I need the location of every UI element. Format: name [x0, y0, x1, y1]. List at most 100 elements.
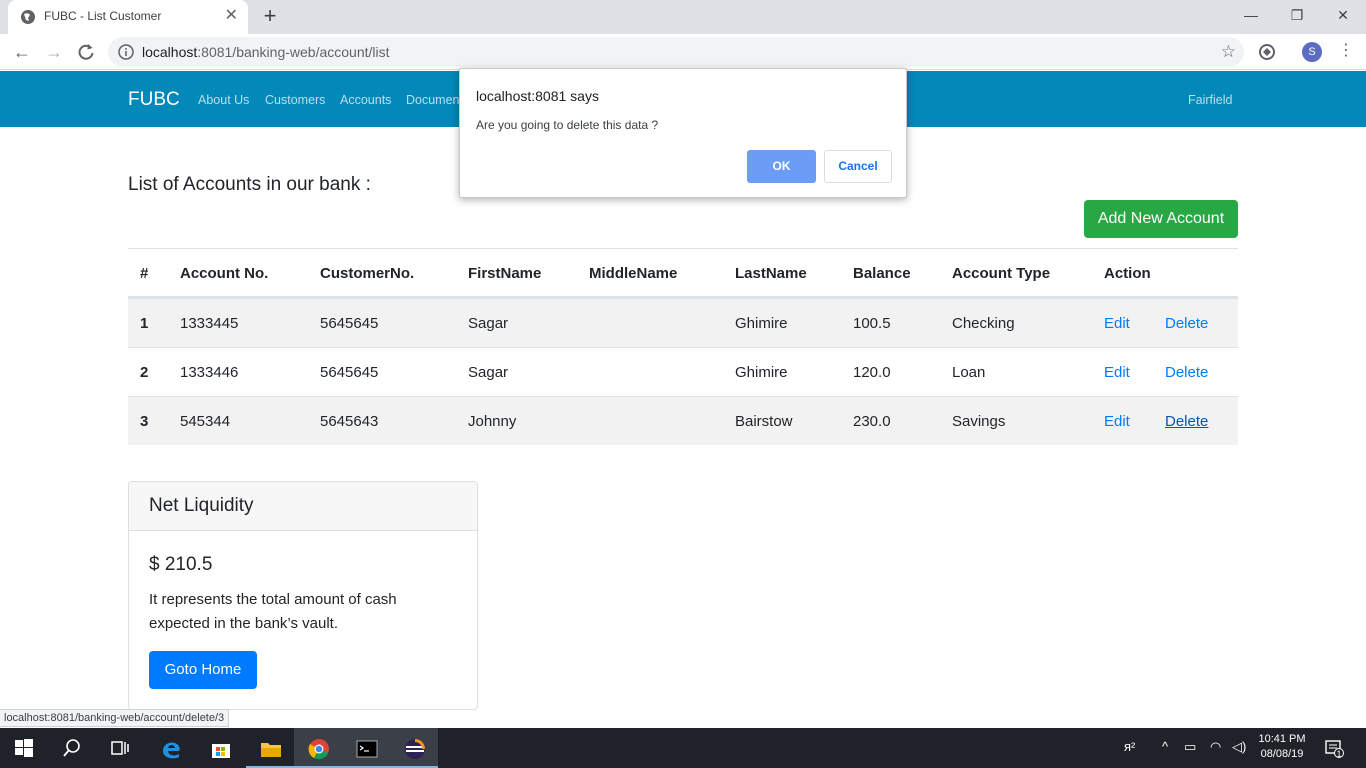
table-row: 3 545344 5645643 Johnny Bairstow 230.0 S…	[128, 396, 1238, 445]
col-header-account-type: Account Type	[952, 265, 1051, 282]
forward-icon[interactable]: →	[42, 40, 66, 64]
new-tab-button[interactable]: +	[260, 5, 280, 27]
browser-tab[interactable]: FUBC - List Customer ✕	[8, 0, 248, 34]
extension-icon[interactable]	[1257, 42, 1277, 62]
cell-num: 2	[140, 364, 149, 381]
net-liquidity-value: $ 210.5	[149, 554, 213, 575]
accounts-table: # Account No. CustomerNo. FirstName Midd…	[128, 248, 1238, 445]
info-icon[interactable]	[118, 44, 134, 60]
add-new-account-button[interactable]: Add New Account	[1084, 200, 1238, 238]
brand-logo[interactable]: FUBC	[128, 89, 180, 111]
minimize-icon[interactable]: —	[1228, 4, 1274, 26]
windows-logo-icon	[15, 739, 33, 757]
cell-first-name: Sagar	[468, 364, 509, 381]
cell-balance: 100.5	[853, 315, 891, 332]
window-close-icon[interactable]: ✕	[1320, 4, 1366, 26]
delete-link[interactable]: Delete	[1165, 413, 1208, 430]
cell-last-name: Ghimire	[735, 315, 788, 332]
chrome-icon	[308, 739, 329, 760]
tab-close-icon[interactable]: ✕	[225, 7, 238, 25]
nav-link-fairfield[interactable]: Fairfield	[1188, 93, 1232, 107]
col-header-action: Action	[1104, 265, 1151, 282]
url-path: :8081/banking-web/account/list	[197, 44, 390, 60]
url-host: localhost	[142, 44, 198, 60]
edit-link[interactable]: Edit	[1104, 413, 1130, 430]
store-icon	[212, 744, 230, 758]
cell-customer-no: 5645643	[320, 413, 379, 430]
col-header-num: #	[140, 265, 149, 282]
cell-first-name: Johnny	[468, 413, 517, 430]
cell-first-name: Sagar	[468, 315, 509, 332]
delete-link[interactable]: Delete	[1165, 364, 1208, 381]
wifi-icon[interactable]: ◠	[1210, 739, 1221, 755]
dialog-message: Are you going to delete this data ?	[476, 118, 659, 132]
taskbar-chrome[interactable]	[294, 728, 342, 768]
browser-tabstrip: FUBC - List Customer ✕ + — ❐ ✕	[0, 0, 1366, 34]
cell-customer-no: 5645645	[320, 364, 379, 381]
taskbar-file-explorer[interactable]	[246, 728, 294, 768]
notification-count: 1	[1336, 749, 1342, 759]
folder-icon	[261, 743, 281, 757]
confirm-dialog: localhost:8081 says Are you going to del…	[459, 68, 907, 198]
cell-account-no: 545344	[180, 413, 231, 430]
search-icon	[63, 739, 80, 757]
restore-icon[interactable]: ❐	[1274, 4, 1320, 26]
chevron-up-icon[interactable]: ^	[1162, 739, 1168, 754]
tab-title: FUBC - List Customer	[44, 9, 162, 23]
taskbar-edge[interactable]	[146, 728, 194, 768]
clock-date: 08/08/19	[1260, 748, 1304, 760]
cell-account-type: Loan	[952, 364, 986, 381]
cell-last-name: Ghimire	[735, 364, 788, 381]
goto-home-button[interactable]: Goto Home	[149, 651, 257, 689]
people-icon[interactable]: ᴙ²	[1124, 739, 1135, 754]
address-bar[interactable]: localhost:8081/banking-web/account/list …	[108, 37, 1244, 67]
cell-customer-no: 5645645	[320, 315, 379, 332]
table-header: # Account No. CustomerNo. FirstName Midd…	[128, 249, 1238, 298]
task-view-button[interactable]	[96, 728, 144, 768]
edit-link[interactable]: Edit	[1104, 315, 1130, 332]
profile-avatar[interactable]: S	[1302, 42, 1322, 62]
url-text: localhost:8081/banking-web/account/list	[142, 44, 390, 60]
start-button[interactable]	[0, 728, 48, 768]
search-button[interactable]	[48, 728, 96, 768]
globe-icon	[21, 10, 35, 24]
nav-link-customers[interactable]: Customers	[265, 93, 325, 107]
eclipse-icon	[405, 739, 425, 759]
clock-time: 10:41 PM	[1258, 733, 1306, 745]
col-header-account-no: Account No.	[180, 265, 269, 282]
taskbar-store[interactable]	[196, 728, 244, 768]
back-icon[interactable]: ←	[10, 40, 34, 64]
card-description: It represents the total amount of cash e…	[149, 591, 397, 632]
cell-account-no: 1333445	[180, 315, 239, 332]
nav-link-documents[interactable]: Documen	[406, 93, 460, 107]
task-view-icon	[111, 741, 129, 755]
cell-account-no: 1333446	[180, 364, 239, 381]
card-title: Net Liquidity	[129, 482, 477, 531]
link-status-bar: localhost:8081/banking-web/account/delet…	[0, 709, 230, 727]
browser-toolbar: ← → localhost:8081/banking-web/account/l…	[0, 34, 1366, 70]
reload-icon[interactable]	[76, 42, 96, 62]
nav-link-accounts[interactable]: Accounts	[340, 93, 391, 107]
net-liquidity-card: Net Liquidity $ 210.5 It represents the …	[128, 481, 478, 710]
table-row: 1 1333445 5645645 Sagar Ghimire 100.5 Ch…	[128, 298, 1238, 347]
cell-account-type: Checking	[952, 315, 1015, 332]
volume-icon[interactable]: ◁)	[1232, 739, 1246, 755]
taskbar-terminal[interactable]	[342, 728, 390, 768]
taskbar-eclipse[interactable]	[390, 728, 438, 768]
dialog-ok-button[interactable]: OK	[747, 150, 816, 183]
dialog-title: localhost:8081 says	[476, 88, 599, 104]
bookmark-star-icon[interactable]: ☆	[1221, 42, 1236, 62]
col-header-middle-name: MiddleName	[589, 265, 678, 282]
delete-link[interactable]: Delete	[1165, 315, 1208, 332]
edit-link[interactable]: Edit	[1104, 364, 1130, 381]
page-title: List of Accounts in our bank :	[128, 174, 371, 195]
table-row: 2 1333446 5645645 Sagar Ghimire 120.0 Lo…	[128, 347, 1238, 396]
cell-num: 1	[140, 315, 149, 332]
cell-num: 3	[140, 413, 149, 430]
windows-taskbar: ᴙ² ^ ▭ ◠ ◁) 10:41 PM 08/08/19 1	[0, 728, 1366, 768]
browser-menu-icon[interactable]: ⋮	[1338, 40, 1354, 62]
dialog-cancel-button[interactable]: Cancel	[824, 150, 892, 183]
battery-icon[interactable]: ▭	[1184, 739, 1196, 755]
system-clock[interactable]: 10:41 PM 08/08/19	[1256, 732, 1308, 762]
nav-link-about[interactable]: About Us	[198, 93, 249, 107]
